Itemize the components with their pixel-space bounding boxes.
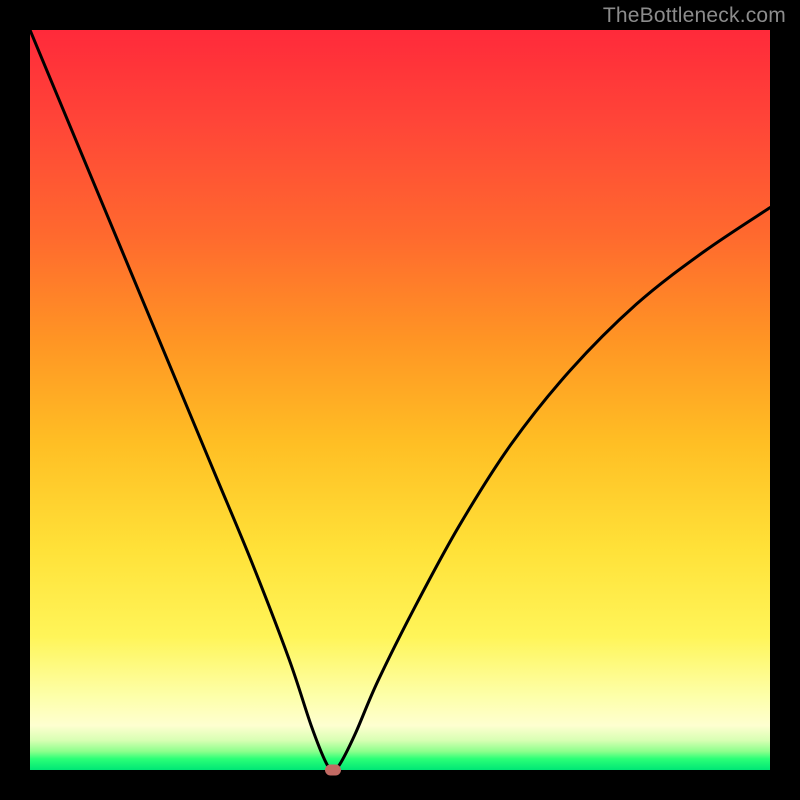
plot-area	[30, 30, 770, 770]
optimal-point-marker	[325, 765, 341, 776]
curve-svg	[30, 30, 770, 770]
chart-frame: TheBottleneck.com	[0, 0, 800, 800]
watermark-text: TheBottleneck.com	[603, 4, 786, 28]
bottleneck-curve	[30, 30, 770, 770]
